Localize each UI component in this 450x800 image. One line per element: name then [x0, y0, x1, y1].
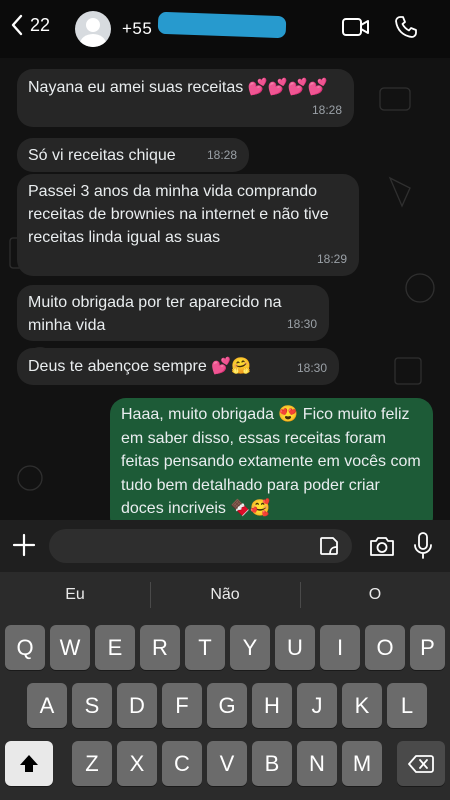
video-call-icon[interactable]: [341, 15, 371, 39]
message-input[interactable]: [49, 529, 352, 563]
key[interactable]: Q: [5, 625, 45, 670]
key[interactable]: V: [207, 741, 247, 786]
key[interactable]: G: [207, 683, 247, 728]
message-time: 18:30: [296, 361, 327, 375]
key[interactable]: R: [140, 625, 180, 670]
key[interactable]: P: [410, 625, 445, 670]
back-chevron-icon: [11, 14, 23, 36]
phone-icon[interactable]: [394, 15, 418, 39]
chat-area[interactable]: Nayana eu amei suas receitas 💕💕💕💕 18:28 …: [0, 58, 450, 520]
suggestion-item[interactable]: Eu: [0, 586, 150, 604]
message-bubble-incoming[interactable]: Só vi receitas chique 18:28: [17, 138, 249, 172]
suggestion-bar: Eu Não O: [0, 572, 450, 618]
message-text: Deus te abençoe sempre 💕🤗: [28, 358, 252, 375]
message-time: 18:28: [206, 148, 237, 162]
key[interactable]: C: [162, 741, 202, 786]
message-input-bar: [0, 520, 450, 572]
key[interactable]: J: [297, 683, 337, 728]
key[interactable]: X: [117, 741, 157, 786]
keyboard: Eu Não O Q W E R T Y U I O P A S D F G H…: [0, 572, 450, 800]
key[interactable]: H: [252, 683, 292, 728]
contact-name[interactable]: +55: [122, 19, 152, 39]
message-text: Passei 3 anos da minha vida comprando re…: [28, 183, 329, 246]
key[interactable]: A: [27, 683, 67, 728]
key[interactable]: E: [95, 625, 135, 670]
plus-icon[interactable]: [10, 531, 38, 559]
message-bubble-incoming[interactable]: Passei 3 anos da minha vida comprando re…: [17, 174, 359, 276]
suggestion-item[interactable]: O: [300, 586, 450, 604]
message-time: 18:30: [286, 317, 317, 331]
key[interactable]: W: [50, 625, 90, 670]
key[interactable]: M: [342, 741, 382, 786]
key[interactable]: T: [185, 625, 225, 670]
key[interactable]: S: [72, 683, 112, 728]
backspace-key[interactable]: [397, 741, 445, 786]
key[interactable]: D: [117, 683, 157, 728]
microphone-icon[interactable]: [413, 531, 433, 561]
camera-icon[interactable]: [368, 534, 396, 558]
message-bubble-incoming[interactable]: Deus te abençoe sempre 💕🤗 18:30: [17, 348, 339, 385]
suggestion-item[interactable]: Não: [150, 586, 300, 604]
sticker-icon[interactable]: [318, 535, 340, 557]
shift-key[interactable]: [5, 741, 53, 786]
key[interactable]: Z: [72, 741, 112, 786]
message-text: Nayana eu amei suas receitas 💕💕💕💕: [28, 79, 328, 96]
key[interactable]: F: [162, 683, 202, 728]
key[interactable]: U: [275, 625, 315, 670]
message-bubble-outgoing[interactable]: Haaa, muito obrigada 😍 Fico muito feliz …: [110, 398, 433, 520]
message-bubble-incoming[interactable]: Nayana eu amei suas receitas 💕💕💕💕 18:28: [17, 69, 354, 127]
message-text: Só vi receitas chique: [28, 147, 176, 164]
key[interactable]: K: [342, 683, 382, 728]
key[interactable]: N: [297, 741, 337, 786]
avatar-icon: [86, 18, 100, 32]
message-time: 18:29: [316, 252, 347, 266]
key[interactable]: I: [320, 625, 360, 670]
message-text: Muito obrigada por ter aparecido na minh…: [28, 294, 282, 334]
key[interactable]: O: [365, 625, 405, 670]
shift-icon: [20, 754, 38, 772]
message-time: 18:28: [311, 103, 342, 117]
unread-count: 22: [30, 14, 51, 35]
key[interactable]: L: [387, 683, 427, 728]
chat-header: 22 +55: [0, 0, 450, 58]
back-button[interactable]: 22: [10, 14, 50, 36]
message-text: Haaa, muito obrigada 😍 Fico muito feliz …: [121, 406, 421, 517]
redaction-mark: [157, 11, 287, 39]
avatar[interactable]: [75, 11, 111, 47]
key[interactable]: B: [252, 741, 292, 786]
backspace-icon: [408, 754, 434, 773]
key[interactable]: Y: [230, 625, 270, 670]
message-bubble-incoming[interactable]: Muito obrigada por ter aparecido na minh…: [17, 285, 329, 341]
